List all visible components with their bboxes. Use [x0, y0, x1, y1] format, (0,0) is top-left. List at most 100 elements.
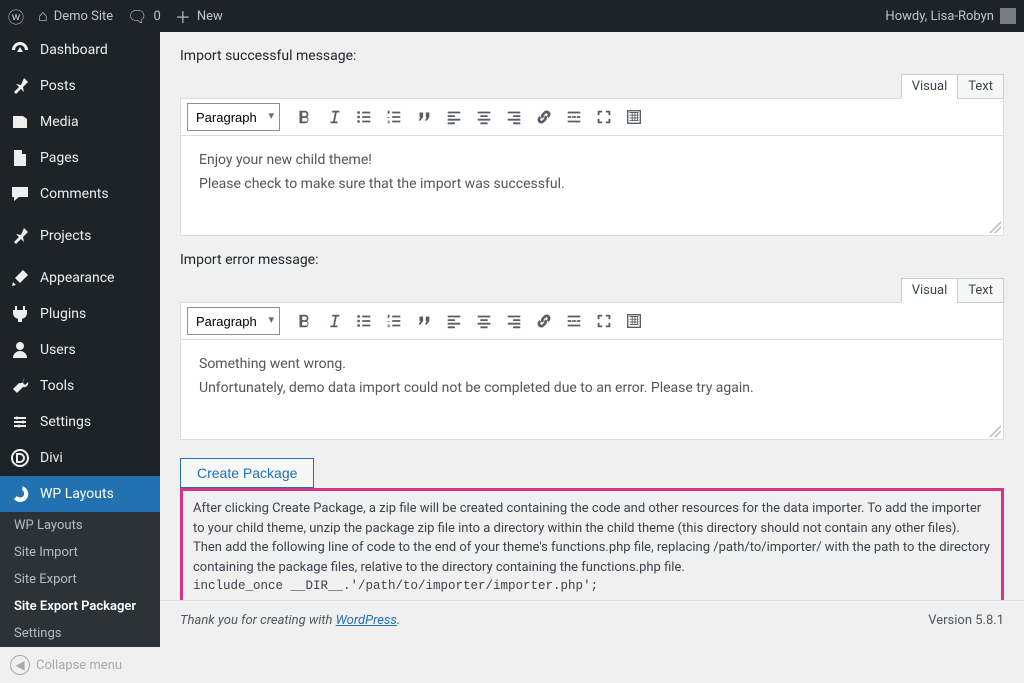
footer-version: Version 5.8.1 [928, 613, 1004, 628]
visual-tab[interactable]: Visual [901, 74, 959, 99]
more-icon [565, 108, 583, 126]
site-link[interactable]: ⌂Demo Site [38, 6, 113, 26]
collapse-label: Collapse menu [36, 658, 122, 673]
kitchen-button[interactable] [620, 307, 648, 335]
success-msg-label: Import successful message: [180, 48, 1004, 64]
ul-button[interactable] [350, 307, 378, 335]
menu-item-pages[interactable]: Pages [0, 140, 160, 176]
quote-button[interactable] [410, 103, 438, 131]
home-icon: ⌂ [38, 6, 48, 26]
collapse-icon: ◀ [10, 655, 30, 675]
align-left-icon [445, 312, 463, 330]
italic-icon [325, 108, 343, 126]
fullscreen-button[interactable] [590, 103, 618, 131]
ul-icon [355, 312, 373, 330]
plugin-icon [10, 304, 30, 324]
menu-item-divi[interactable]: Divi [0, 440, 160, 476]
align-right-button[interactable] [500, 307, 528, 335]
wrench-icon [10, 376, 30, 396]
settings-icon [10, 412, 30, 432]
align-center-icon [475, 108, 493, 126]
quote-icon [415, 312, 433, 330]
resize-handle[interactable] [989, 425, 1001, 437]
user-icon [10, 340, 30, 360]
align-right-button[interactable] [500, 103, 528, 131]
link-button[interactable] [530, 103, 558, 131]
instructions-text: After clicking Create Package, a zip fil… [193, 501, 990, 575]
submenu-wp-layouts[interactable]: WP Layouts [0, 512, 160, 539]
wordpress-link[interactable]: WordPress [336, 613, 397, 628]
create-package-button[interactable]: Create Package [180, 458, 314, 488]
submenu-site-export-packager[interactable]: Site Export Packager [0, 593, 160, 620]
text-tab[interactable]: Text [957, 278, 1004, 303]
more-button[interactable] [560, 307, 588, 335]
menu-item-dashboard[interactable]: Dashboard [0, 32, 160, 68]
wordpress-icon: ⓦ [8, 4, 24, 28]
submenu-site-import[interactable]: Site Import [0, 539, 160, 566]
menu-item-posts[interactable]: Posts [0, 68, 160, 104]
menu-item-settings[interactable]: Settings [0, 404, 160, 440]
error-line1: Something went wrong. [199, 354, 985, 376]
avatar [1000, 8, 1016, 24]
italic-button[interactable] [320, 307, 348, 335]
menu-item-users[interactable]: Users [0, 332, 160, 368]
kitchen-button[interactable] [620, 103, 648, 131]
submenu-settings[interactable]: Settings [0, 620, 160, 647]
align-left-icon [445, 108, 463, 126]
editor-toolbar: Paragraph [180, 98, 1004, 136]
menu-item-media[interactable]: Media [0, 104, 160, 140]
menu-item-wp-layouts[interactable]: WP Layouts [0, 476, 160, 512]
fullscreen-button[interactable] [590, 307, 618, 335]
resize-handle[interactable] [989, 221, 1001, 233]
align-left-button[interactable] [440, 103, 468, 131]
bold-button[interactable] [290, 103, 318, 131]
ul-button[interactable] [350, 103, 378, 131]
menu-item-plugins[interactable]: Plugins [0, 296, 160, 332]
comment-count: 0 [154, 9, 161, 24]
more-button[interactable] [560, 103, 588, 131]
menu-item-tools[interactable]: Tools [0, 368, 160, 404]
fullscreen-icon [595, 108, 613, 126]
menu-item-projects[interactable]: Projects [0, 218, 160, 254]
collapse-menu[interactable]: ◀ Collapse menu [0, 647, 160, 683]
kitchen-icon [625, 108, 643, 126]
page-icon [10, 148, 30, 168]
admin-sidebar: DashboardPostsMediaPagesComments Projects… [0, 32, 160, 640]
format-select[interactable]: Paragraph [187, 307, 280, 335]
menu-item-comments[interactable]: Comments [0, 176, 160, 212]
brush-icon [10, 268, 30, 288]
ol-button[interactable] [380, 103, 408, 131]
account-link[interactable]: Howdy, Lisa-Robyn [885, 8, 1016, 24]
wp-logo[interactable]: ⓦ [8, 4, 24, 28]
format-select[interactable]: Paragraph [187, 103, 280, 131]
align-center-button[interactable] [470, 103, 498, 131]
align-left-button[interactable] [440, 307, 468, 335]
menu-item-appearance[interactable]: Appearance [0, 260, 160, 296]
comment-icon [10, 184, 30, 204]
more-icon [565, 312, 583, 330]
comments-link[interactable]: 🗨0 [127, 7, 161, 26]
success-editor[interactable]: Enjoy your new child theme! Please check… [180, 136, 1004, 236]
divi-icon [10, 448, 30, 468]
plus-icon: ＋ [175, 4, 191, 28]
link-button[interactable] [530, 307, 558, 335]
link-icon [535, 312, 553, 330]
align-right-icon [505, 108, 523, 126]
error-editor[interactable]: Something went wrong. Unfortunately, dem… [180, 340, 1004, 440]
ol-button[interactable] [380, 307, 408, 335]
error-msg-label: Import error message: [180, 252, 1004, 268]
align-center-button[interactable] [470, 307, 498, 335]
bold-button[interactable] [290, 307, 318, 335]
error-line2: Unfortunately, demo data import could no… [199, 378, 985, 400]
submenu-site-export[interactable]: Site Export [0, 566, 160, 593]
instructions-code: include_once __DIR__.'/path/to/importer/… [193, 579, 598, 593]
visual-tab[interactable]: Visual [901, 278, 959, 303]
text-tab[interactable]: Text [957, 74, 1004, 99]
bold-icon [295, 108, 313, 126]
ol-icon [385, 312, 403, 330]
ol-icon [385, 108, 403, 126]
admin-footer: Thank you for creating with WordPress. V… [160, 600, 1024, 640]
quote-button[interactable] [410, 307, 438, 335]
new-content[interactable]: ＋New [175, 4, 223, 28]
italic-button[interactable] [320, 103, 348, 131]
